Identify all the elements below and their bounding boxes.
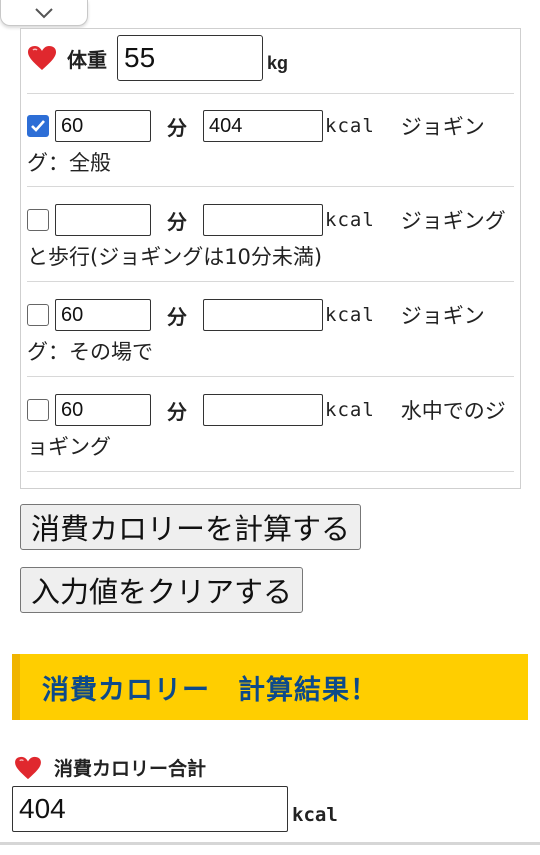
divider bbox=[27, 93, 514, 94]
divider bbox=[27, 186, 514, 187]
activity-name-cont: グ：全般 bbox=[27, 151, 111, 175]
weight-label: 体重 bbox=[67, 47, 107, 72]
heart-icon bbox=[27, 45, 57, 71]
activity-checkbox[interactable] bbox=[27, 115, 49, 137]
divider bbox=[27, 376, 514, 377]
kcal-input[interactable] bbox=[203, 110, 323, 142]
weight-unit: kg bbox=[267, 52, 289, 73]
activity-row-jogging-walking: 分 kcal ジョギング と歩行(ジョギングは10分未満) bbox=[27, 203, 515, 271]
minutes-input[interactable] bbox=[55, 110, 151, 142]
minutes-unit: 分 bbox=[167, 399, 187, 424]
activity-name: 水中でのジ bbox=[400, 399, 506, 423]
kcal-unit: kcal bbox=[325, 399, 375, 421]
activity-checkbox[interactable] bbox=[27, 209, 49, 231]
activity-checkbox[interactable] bbox=[27, 304, 49, 326]
divider bbox=[27, 471, 514, 472]
kcal-unit: kcal bbox=[325, 115, 375, 137]
total-row: kcal bbox=[12, 786, 338, 832]
minutes-unit: 分 bbox=[167, 209, 187, 234]
total-kcal-output[interactable] bbox=[12, 786, 288, 832]
total-unit: kcal bbox=[292, 804, 338, 826]
result-banner: 消費カロリー 計算結果！ bbox=[12, 654, 528, 720]
divider bbox=[27, 281, 514, 282]
calorie-calculator-form: 体重 kg 分 kcal ジョギン グ：全般 分 kcal ジョギング と歩行(… bbox=[20, 28, 521, 489]
activity-name-cont: と歩行(ジョギングは10分未満) bbox=[27, 245, 323, 269]
kcal-unit: kcal bbox=[325, 209, 375, 231]
activity-name: ジョギング bbox=[400, 209, 506, 233]
activity-name-cont: ョギング bbox=[27, 435, 111, 459]
result-heading: 消費カロリー 計算結果！ bbox=[42, 674, 378, 706]
calculate-button[interactable]: 消費カロリーを計算する bbox=[20, 504, 362, 550]
total-label: 消費カロリー合計 bbox=[54, 758, 207, 780]
total-label-row: 消費カロリー合計 bbox=[14, 754, 206, 781]
weight-row: 体重 kg bbox=[27, 33, 288, 83]
kcal-unit: kcal bbox=[325, 304, 375, 326]
collapse-tab[interactable] bbox=[0, 0, 88, 26]
minutes-unit: 分 bbox=[167, 115, 187, 140]
bottom-divider bbox=[0, 842, 540, 845]
kcal-input[interactable] bbox=[203, 204, 323, 236]
activity-row-water-jogging: 分 kcal 水中でのジ ョギング bbox=[27, 393, 515, 461]
kcal-input[interactable] bbox=[203, 299, 323, 331]
minutes-input[interactable] bbox=[55, 394, 151, 426]
weight-input[interactable] bbox=[117, 35, 263, 81]
activity-checkbox[interactable] bbox=[27, 399, 49, 421]
activity-row-jogging-in-place: 分 kcal ジョギン グ：その場で bbox=[27, 298, 515, 366]
activity-name: ジョギン bbox=[400, 115, 485, 139]
minutes-input[interactable] bbox=[55, 299, 151, 331]
heart-icon bbox=[14, 756, 42, 780]
kcal-input[interactable] bbox=[203, 394, 323, 426]
checkmark-icon bbox=[31, 120, 45, 132]
activity-row-jogging-general: 分 kcal ジョギン グ：全般 bbox=[27, 109, 515, 177]
minutes-unit: 分 bbox=[167, 304, 187, 329]
minutes-input[interactable] bbox=[55, 204, 151, 236]
clear-button[interactable]: 入力値をクリアする bbox=[20, 567, 304, 613]
chevron-down-icon bbox=[35, 7, 53, 18]
activity-name: ジョギン bbox=[400, 304, 485, 328]
activity-name-cont: グ：その場で bbox=[27, 340, 153, 364]
